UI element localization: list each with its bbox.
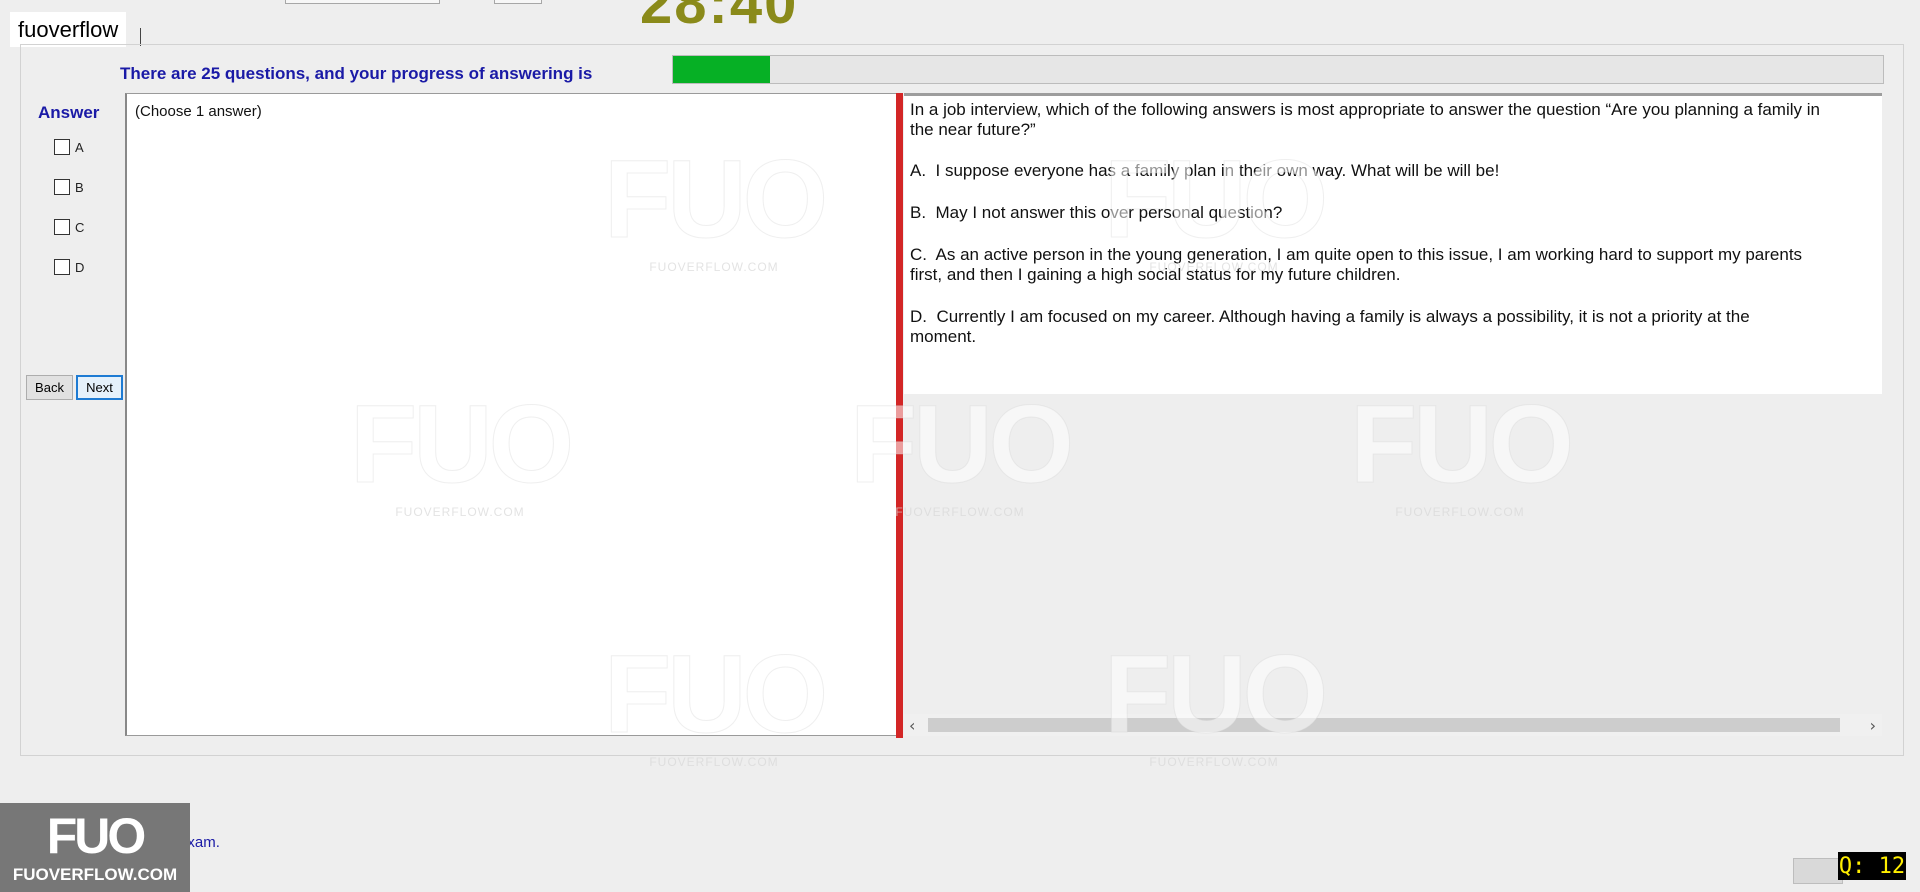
progress-label: There are 25 questions, and your progres… xyxy=(120,64,593,83)
question-number-badge: Q: 12 xyxy=(1838,852,1906,880)
question-option-a: A. I suppose everyone has a family plan … xyxy=(910,161,1820,181)
chevron-right-icon[interactable]: › xyxy=(1870,716,1876,735)
checkbox-c[interactable] xyxy=(54,219,70,235)
next-button[interactable]: Next xyxy=(76,375,123,400)
progress-fill xyxy=(673,56,770,83)
checkbox-a[interactable] xyxy=(54,139,70,155)
scrollbar-thumb[interactable] xyxy=(928,718,1840,732)
logo-mark: FUO xyxy=(46,808,147,864)
choose-instructions: (Choose 1 answer) xyxy=(135,103,262,120)
answer-option-c[interactable]: C xyxy=(54,219,84,235)
answer-title: Answer xyxy=(38,103,100,122)
back-button[interactable]: Back xyxy=(26,375,73,400)
question-option-d: D. Currently I am focused on my career. … xyxy=(910,307,1820,347)
option-text: May I not answer this over personal ques… xyxy=(935,203,1283,222)
option-letter: B. xyxy=(910,203,927,222)
option-label: B xyxy=(75,179,84,195)
watermark-url: FUOVERFLOW.COM xyxy=(1149,755,1279,769)
username-label: fuoverflow xyxy=(10,12,127,47)
answer-option-b[interactable]: B xyxy=(54,179,84,195)
checkbox-d[interactable] xyxy=(54,259,70,275)
answer-option-a[interactable]: A xyxy=(54,139,84,155)
checkbox-b[interactable] xyxy=(54,179,70,195)
logo-text: FUOVERFLOW.COM xyxy=(12,865,178,884)
option-text: I suppose everyone has a family plan in … xyxy=(935,161,1500,180)
answer-panel: (Choose 1 answer) xyxy=(125,93,899,736)
progress-bar xyxy=(672,55,1884,84)
panel-splitter[interactable] xyxy=(896,93,903,738)
question-panel: In a job interview, which of the followi… xyxy=(904,93,1882,736)
top-dropdown-field[interactable] xyxy=(285,0,440,4)
brand-logo: FUO FUOVERFLOW.COM xyxy=(0,803,190,892)
watermark-url: FUOVERFLOW.COM xyxy=(649,755,779,769)
option-letter: D. xyxy=(910,307,927,326)
question-option-b: B. May I not answer this over personal q… xyxy=(910,203,1820,223)
option-label: C xyxy=(75,219,85,235)
answer-option-d[interactable]: D xyxy=(54,259,84,275)
option-letter: C. xyxy=(910,245,927,264)
option-label: D xyxy=(75,259,85,275)
question-option-c: C. As an active person in the young gene… xyxy=(910,245,1820,285)
question-content: In a job interview, which of the followi… xyxy=(904,96,1882,394)
question-stem: In a job interview, which of the followi… xyxy=(910,100,1820,139)
chevron-left-icon[interactable]: ‹ xyxy=(909,716,915,735)
option-letter: A. xyxy=(910,161,927,180)
countdown-timer: 28:40 xyxy=(640,0,799,36)
horizontal-scrollbar[interactable]: ‹ › xyxy=(904,714,1882,736)
option-text: As an active person in the young generat… xyxy=(910,245,1803,284)
top-small-field[interactable] xyxy=(494,0,542,4)
bottom-action-button[interactable] xyxy=(1793,858,1843,884)
option-label: A xyxy=(75,139,84,155)
option-text: Currently I am focused on my career. Alt… xyxy=(910,307,1750,346)
